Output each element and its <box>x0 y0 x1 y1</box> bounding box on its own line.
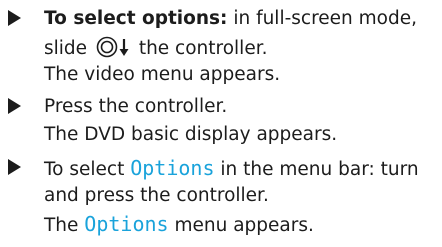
step-2-line-1: Press the controller. <box>44 96 228 117</box>
bullet-arrow-icon <box>8 10 21 26</box>
step-3-text-before: To select <box>44 159 131 180</box>
step-3-line-1: To select Options in the menu bar: turn <box>44 157 419 181</box>
step-1-result: The video menu appears. <box>44 64 281 85</box>
step-3-result-after: menu appears. <box>168 215 314 236</box>
step-1-controller-text: the controller. <box>132 38 268 59</box>
step-1-line-2: slide the controller. <box>44 36 268 64</box>
step-3-result: The Options menu appears. <box>44 213 314 237</box>
step-1-line-1: To select options: in full-screen mode, <box>44 8 417 30</box>
step-3-result-before: The <box>44 215 85 236</box>
controller-slide-down-icon <box>95 36 131 64</box>
step-1-lead: To select options: <box>44 8 228 29</box>
step-1-line-1-rest: in full-screen mode, <box>227 8 417 29</box>
bullet-arrow-icon <box>8 98 21 114</box>
options-menu-term: Options <box>84 212 169 236</box>
step-1-slide-text: slide <box>44 38 88 59</box>
step-3-text-after: in the menu bar: turn <box>214 159 419 180</box>
step-3-line-2: and press the controller. <box>44 185 269 206</box>
step-2-result: The DVD basic display appears. <box>44 124 338 145</box>
bullet-arrow-icon <box>8 159 21 175</box>
options-menu-term: Options <box>130 156 215 180</box>
